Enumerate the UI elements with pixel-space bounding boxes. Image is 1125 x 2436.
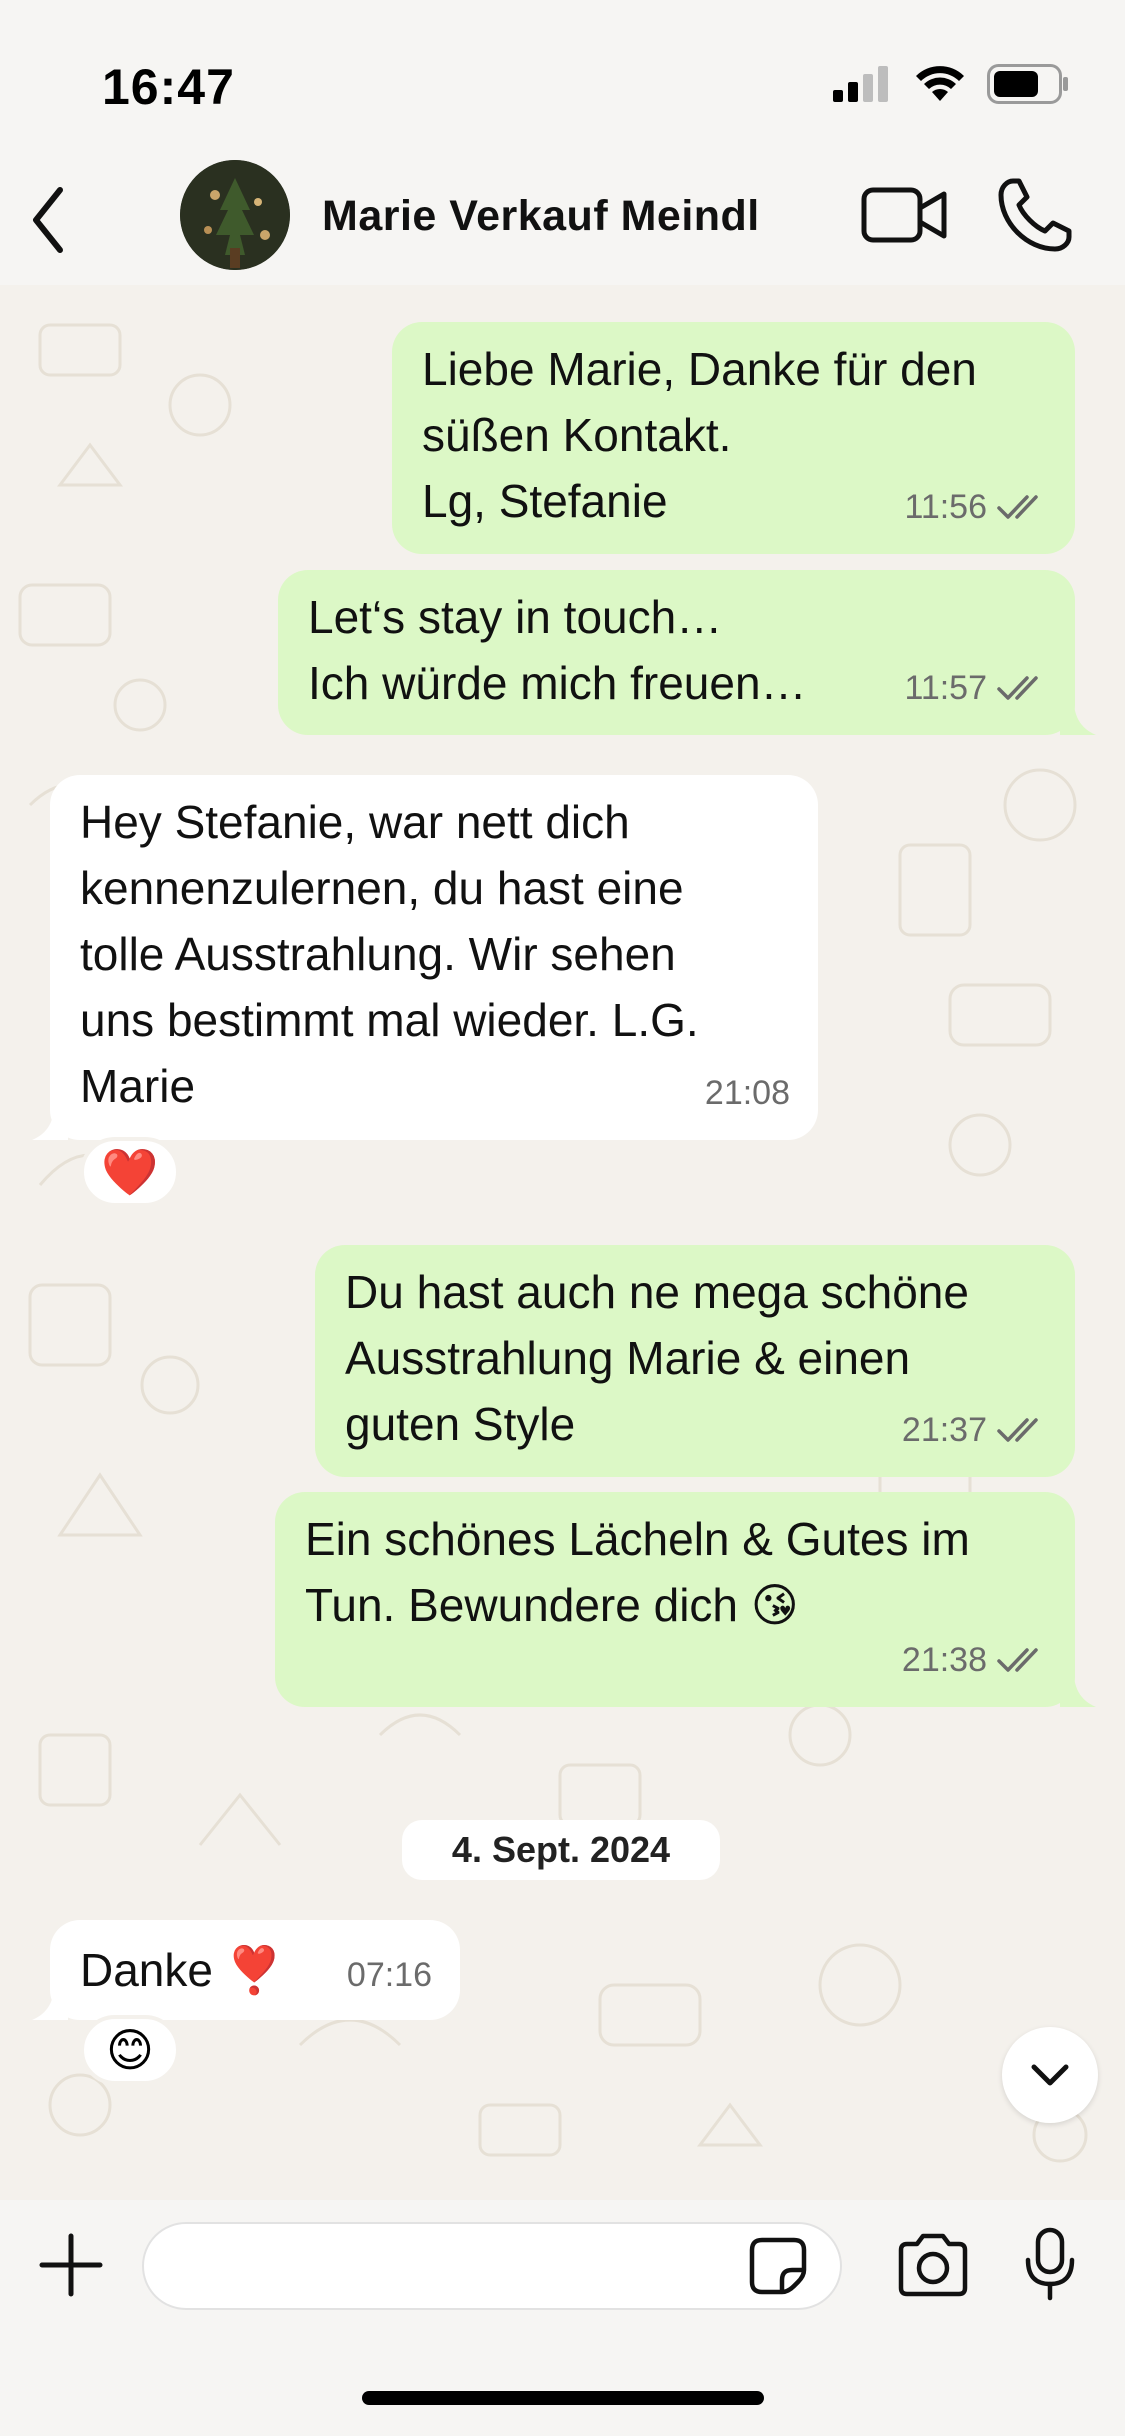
phone-screen: 16:47 Marie Verkauf Meindl Liebe Marie, … xyxy=(0,0,1125,2436)
read-ticks-icon xyxy=(997,1648,1038,1672)
microphone-icon[interactable] xyxy=(1020,2226,1080,2302)
bubble-tail-outgoing xyxy=(1060,695,1096,735)
contact-name[interactable]: Marie Verkauf Meindl xyxy=(322,192,760,241)
message-bubble-incoming[interactable]: Hey Stefanie, war nett dich kennenzulern… xyxy=(50,775,818,1140)
message-time: 11:57 xyxy=(904,669,987,707)
message-meta: 21:08 xyxy=(705,1060,790,1126)
video-call-icon[interactable] xyxy=(860,180,950,250)
chat-header: Marie Verkauf Meindl xyxy=(0,150,1125,285)
message-text: Hey Stefanie, war nett dich kennenzulern… xyxy=(80,796,699,1112)
message-text: Ein schönes Lächeln & Gutes im Tun. Bewu… xyxy=(305,1513,970,1631)
read-ticks-icon xyxy=(997,1418,1038,1442)
reaction-emoji: ❤️ xyxy=(101,1145,159,1198)
plus-icon[interactable] xyxy=(36,2230,106,2300)
status-icons xyxy=(833,64,1069,104)
message-meta: 11:57 xyxy=(904,655,1047,721)
chat-area[interactable]: Liebe Marie, Danke für den süßen Kontakt… xyxy=(0,285,1125,2200)
status-time: 16:47 xyxy=(102,59,235,115)
message-bubble-outgoing[interactable]: Liebe Marie, Danke für den süßen Kontakt… xyxy=(392,322,1075,554)
sticker-icon[interactable] xyxy=(748,2236,808,2296)
bubble-tail-outgoing xyxy=(1060,1667,1096,1707)
message-time: 21:08 xyxy=(704,1074,790,1112)
home-indicator[interactable] xyxy=(362,2391,764,2405)
message-time: 11:56 xyxy=(904,488,987,526)
signal-icon xyxy=(833,66,888,102)
message-bubble-incoming[interactable]: Danke ❣️ 07:16 xyxy=(50,1920,460,2020)
avatar-image xyxy=(180,160,290,270)
message-time: 07:16 xyxy=(346,1956,432,1994)
reaction-emoji: 😊 xyxy=(106,2024,154,2076)
phone-icon[interactable] xyxy=(995,175,1075,255)
camera-icon[interactable] xyxy=(895,2232,971,2298)
scroll-to-bottom-button[interactable] xyxy=(1002,2027,1098,2123)
status-bar: 16:47 xyxy=(0,0,1125,150)
message-meta: 21:38 xyxy=(902,1627,1047,1693)
message-input[interactable] xyxy=(142,2222,842,2310)
bubble-tail-incoming xyxy=(32,1100,68,1140)
bubble-tail-incoming xyxy=(32,1980,68,2020)
chevron-down-icon xyxy=(1031,2064,1069,2086)
message-meta: 11:56 xyxy=(904,474,1047,540)
date-separator: 4. Sept. 2024 xyxy=(402,1820,720,1880)
reaction-badge[interactable]: 😊 xyxy=(80,2015,180,2085)
message-input-bar xyxy=(0,2200,1125,2436)
read-ticks-icon xyxy=(997,495,1038,519)
battery-icon xyxy=(987,64,1068,104)
read-ticks-icon xyxy=(997,676,1038,700)
message-time: 21:38 xyxy=(901,1641,987,1679)
message-time: 21:37 xyxy=(901,1411,987,1449)
message-meta: 07:16 xyxy=(347,1942,432,2008)
message-bubble-outgoing[interactable]: Du hast auch ne mega schöne Ausstrahlung… xyxy=(315,1245,1075,1477)
avatar[interactable] xyxy=(180,160,290,270)
back-icon[interactable] xyxy=(20,180,100,260)
wifi-icon xyxy=(916,66,964,101)
message-bubble-outgoing[interactable]: Ein schönes Lächeln & Gutes im Tun. Bewu… xyxy=(275,1492,1075,1707)
message-bubble-outgoing[interactable]: Let‘s stay in touch… Ich würde mich freu… xyxy=(278,570,1075,735)
message-meta: 21:37 xyxy=(902,1397,1047,1463)
reaction-badge[interactable]: ❤️ xyxy=(80,1137,180,1207)
